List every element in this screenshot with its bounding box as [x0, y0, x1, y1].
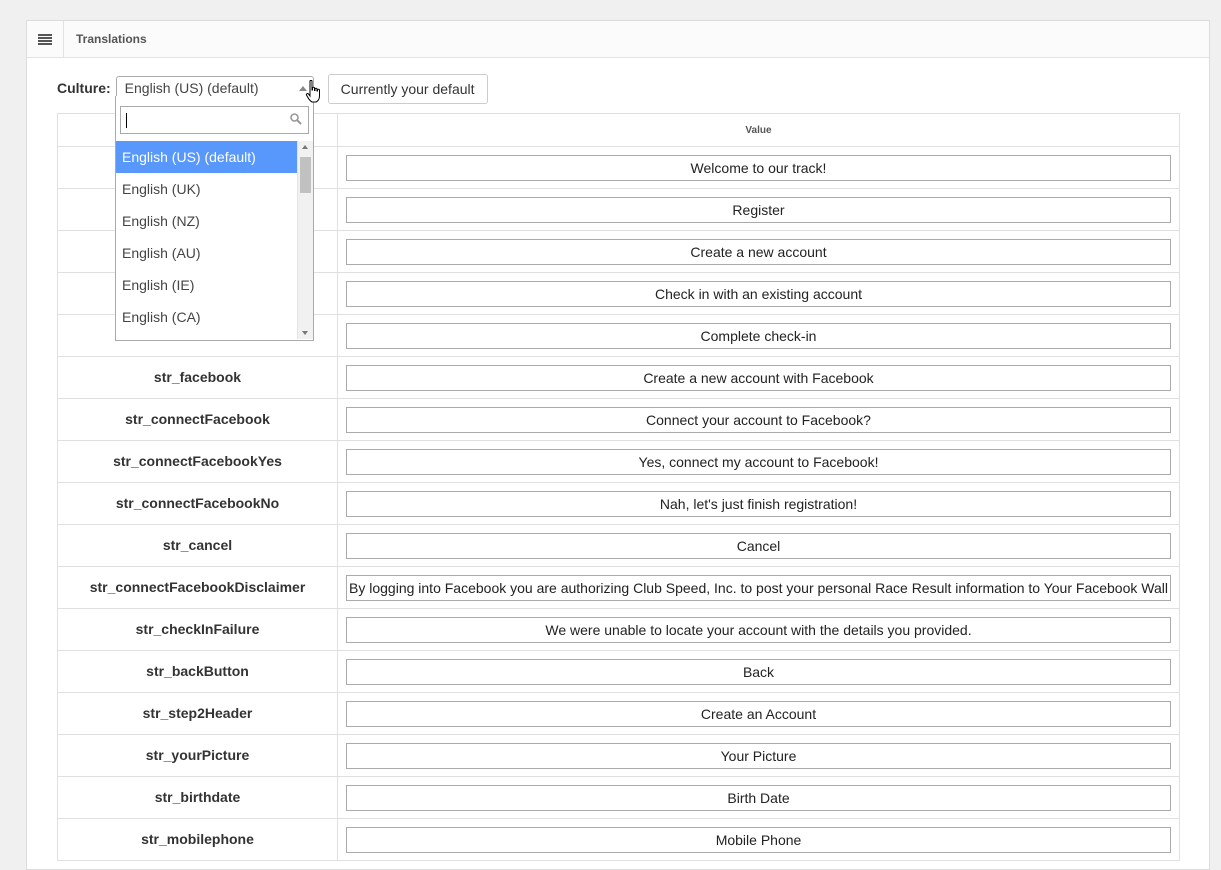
translation-value-cell: Complete check-in [337, 314, 1180, 357]
culture-select-value: English (US) (default) [124, 79, 259, 96]
translation-key: str_yourPicture [57, 734, 338, 777]
translation-value-input[interactable]: We were unable to locate your account wi… [346, 616, 1171, 643]
translation-value-cell: Back [337, 650, 1180, 693]
translation-value-input[interactable]: By logging into Facebook you are authori… [346, 574, 1171, 601]
translation-value-cell: We were unable to locate your account wi… [337, 608, 1180, 651]
dropdown-option[interactable]: English (UK) [116, 173, 297, 205]
translation-value-input[interactable]: Cancel [346, 532, 1171, 559]
translation-value-cell: Birth Date [337, 776, 1180, 819]
translation-key: str_step2Header [57, 692, 338, 735]
table-row: str_mobilephone Mobile Phone [57, 818, 1180, 861]
dropdown-option[interactable]: English (CA) [116, 301, 297, 333]
table-row: str_connectFacebookNo Nah, let's just fin… [57, 482, 1180, 525]
translation-value-input[interactable]: Welcome to our track! [346, 154, 1171, 181]
table-row: str_connectFacebookYes Yes, connect my ac… [57, 440, 1180, 483]
translation-value-cell: Nah, let's just finish registration! [337, 482, 1180, 525]
translation-key: str_facebook [57, 356, 338, 399]
scrollbar-thumb[interactable] [300, 157, 311, 193]
table-row: str_cancel Cancel [57, 524, 1180, 567]
text-caret [126, 113, 127, 128]
translation-value-input[interactable]: Connect your account to Facebook? [346, 406, 1171, 433]
panel-title: Translations [76, 32, 147, 46]
dropdown-option[interactable]: English (NZ) [116, 205, 297, 237]
table-row: str_connectFacebook Connect your account … [57, 398, 1180, 441]
search-icon [290, 112, 302, 130]
table-row: str_facebook Create a new account with Fa… [57, 356, 1180, 399]
translation-value-input[interactable]: Back [346, 658, 1171, 685]
translation-key: str_birthdate [57, 776, 338, 819]
translation-value-input[interactable]: Birth Date [346, 784, 1171, 811]
dropdown-option[interactable]: English (US) (default) [116, 141, 297, 173]
dropdown-search-field[interactable] [120, 106, 309, 134]
translation-key: str_connectFacebook [57, 398, 338, 441]
table-row: str_connectFacebookDisclaimer By logging … [57, 566, 1180, 609]
scroll-down-arrow-icon[interactable] [302, 331, 308, 335]
translation-value-cell: Mobile Phone [337, 818, 1180, 861]
translation-value-input[interactable]: Check in with an existing account [346, 280, 1171, 307]
translation-value-cell: Create a new account [337, 230, 1180, 273]
translation-value-input[interactable]: Complete check-in [346, 322, 1171, 349]
translation-value-input[interactable]: Create a new account with Facebook [346, 364, 1171, 391]
translation-key: str_cancel [57, 524, 338, 567]
translation-value-cell: Welcome to our track! [337, 146, 1180, 189]
scroll-up-arrow-icon[interactable] [302, 145, 308, 149]
translation-value-cell: By logging into Facebook you are authori… [337, 566, 1180, 609]
table-row: str_backButton Back [57, 650, 1180, 693]
translation-value-cell: Register [337, 188, 1180, 231]
translation-value-input[interactable]: Mobile Phone [346, 826, 1171, 853]
translation-value-cell: Your Picture [337, 734, 1180, 777]
translation-key: str_mobilephone [57, 818, 338, 861]
table-row: str_birthdate Birth Date [57, 776, 1180, 819]
translation-value-cell: Create a new account with Facebook [337, 356, 1180, 399]
translation-key: str_checkInFailure [57, 608, 338, 651]
culture-label: Culture: [57, 80, 111, 96]
translation-value-cell: Check in with an existing account [337, 272, 1180, 315]
translation-key: str_backButton [57, 650, 338, 693]
translation-key: str_connectFacebookNo [57, 482, 338, 525]
translation-value-input[interactable]: Yes, connect my account to Facebook! [346, 448, 1171, 475]
currently-default-button[interactable]: Currently your default [327, 74, 488, 104]
translation-value-input[interactable]: Create an Account [346, 700, 1171, 727]
translation-value-cell: Cancel [337, 524, 1180, 567]
translation-value-input[interactable]: Register [346, 196, 1171, 223]
translation-value-cell: Connect your account to Facebook? [337, 398, 1180, 441]
translation-key: str_connectFacebookDisclaimer [57, 566, 338, 609]
dropdown-option[interactable]: English (AU) [116, 237, 297, 269]
translation-value-input[interactable]: Your Picture [346, 742, 1171, 769]
dropdown-option[interactable]: English (IE) [116, 269, 297, 301]
translation-value-input[interactable]: Create a new account [346, 238, 1171, 265]
translation-value-input[interactable]: Nah, let's just finish registration! [346, 490, 1171, 517]
dropdown-scrollbar[interactable] [297, 141, 313, 339]
translation-key: str_connectFacebookYes [57, 440, 338, 483]
table-row: str_yourPicture Your Picture [57, 734, 1180, 777]
table-row: str_step2Header Create an Account [57, 692, 1180, 735]
translation-value-cell: Yes, connect my account to Facebook! [337, 440, 1180, 483]
panel-header: Translations [27, 21, 1209, 58]
culture-dropdown: English (US) (default) English (UK) Englis… [115, 96, 314, 341]
hand-cursor-icon [305, 79, 323, 109]
hamburger-icon[interactable] [27, 21, 64, 57]
dropdown-options-list: English (US) (default) English (UK) Englis… [116, 141, 297, 339]
translation-value-cell: Create an Account [337, 692, 1180, 735]
column-header-value: Value [337, 113, 1180, 147]
table-row: str_checkInFailure We were unable to loca… [57, 608, 1180, 651]
